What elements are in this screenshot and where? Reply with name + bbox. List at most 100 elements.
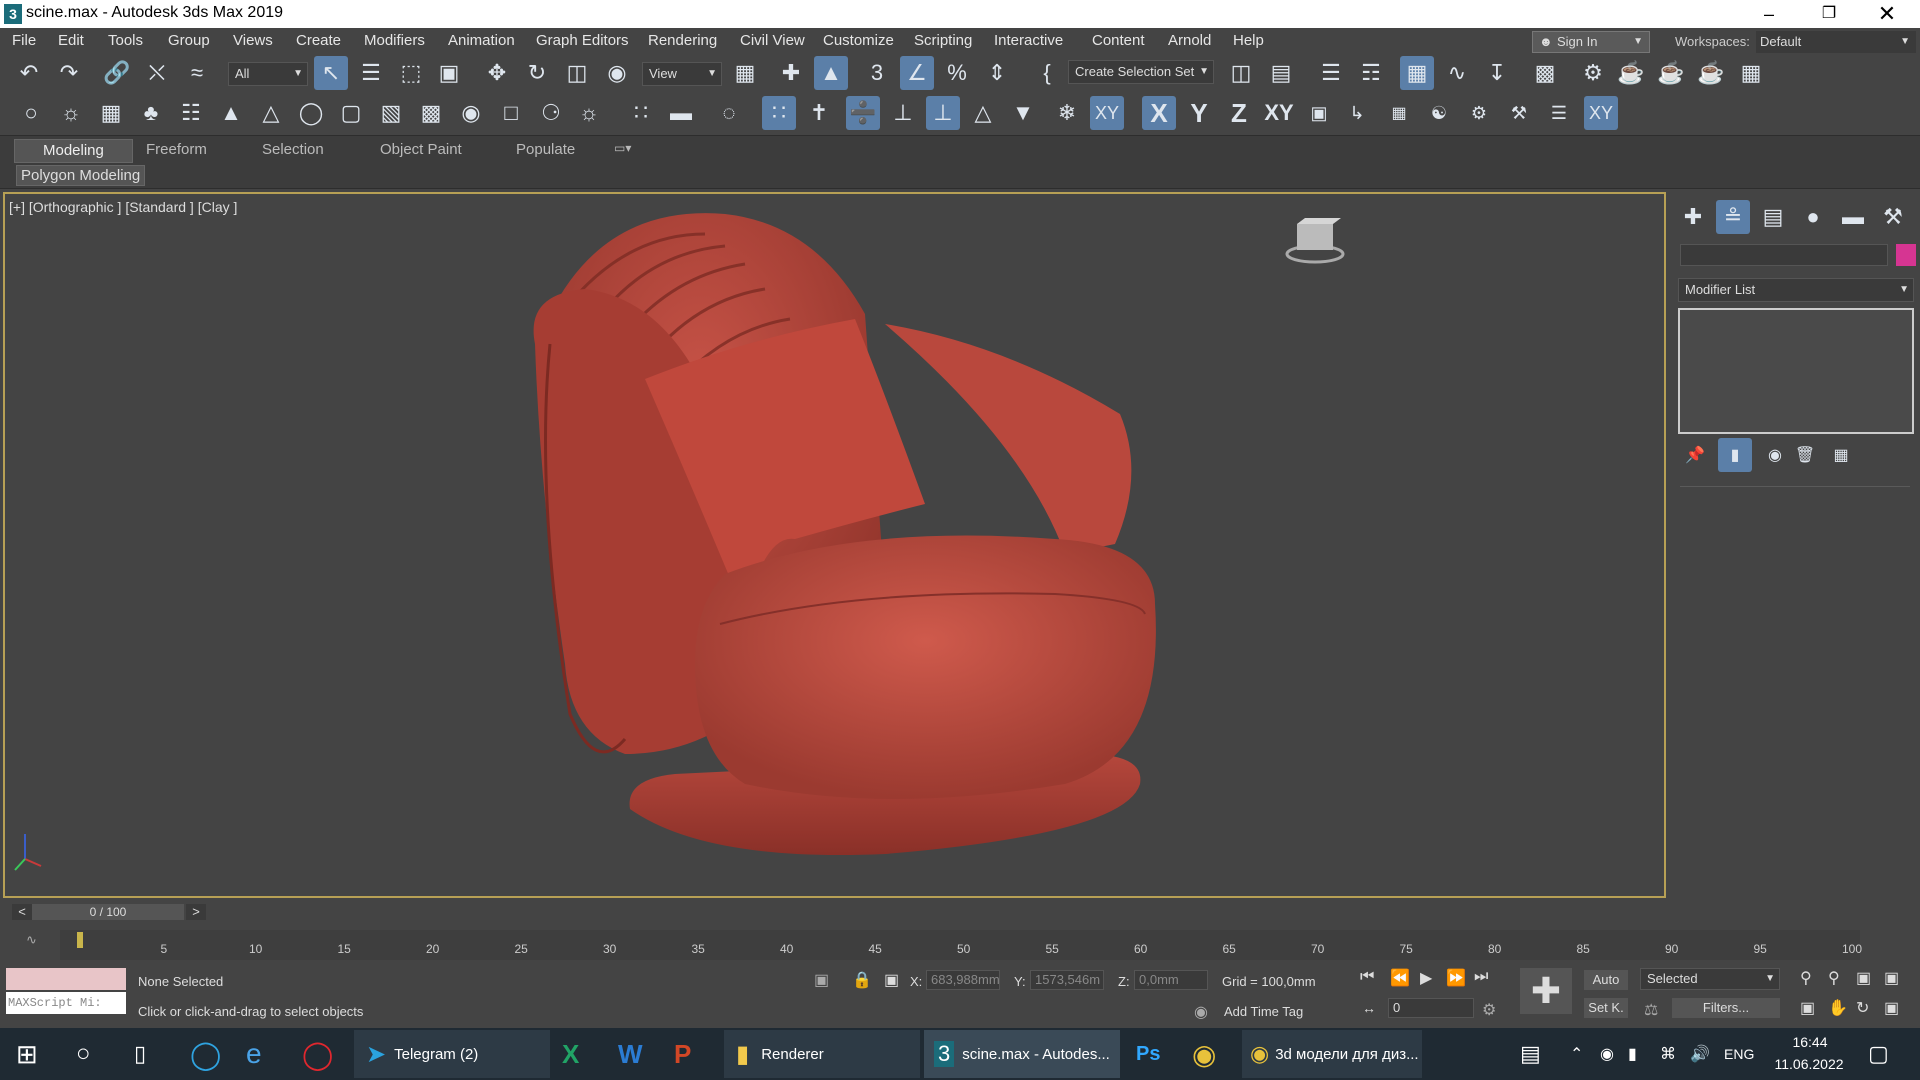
clock-time[interactable]: 16:44 <box>1770 1034 1850 1050</box>
opera-icon[interactable]: ◯ <box>302 1030 333 1078</box>
taskbar-telegram[interactable]: ➤ Telegram (2) <box>354 1030 550 1078</box>
set-keys-button[interactable]: ✚ <box>1520 968 1572 1014</box>
maxscript-listener-pink[interactable] <box>6 968 126 990</box>
window-crossing-icon[interactable]: ▣ <box>432 56 466 90</box>
menu-customize[interactable]: Customize <box>823 32 894 49</box>
pivot-center-icon[interactable]: ▦ <box>728 56 762 90</box>
face-snap-icon[interactable]: ⊥ <box>886 96 920 130</box>
unlink-icon[interactable]: ⛌ <box>140 56 174 90</box>
zoom-icon[interactable]: ⚲ <box>1800 968 1812 988</box>
maxscript-input[interactable]: MAXScript Mi: <box>6 992 126 1014</box>
y-coordinate-field[interactable]: 1573,546m <box>1030 970 1104 990</box>
x-coordinate-field[interactable]: 683,988mm <box>926 970 1000 990</box>
dotted-circle-icon[interactable]: ◌ <box>712 96 746 130</box>
orbit-view-icon[interactable]: ↻ <box>1856 998 1869 1018</box>
safe-frame-icon[interactable]: ▩ <box>414 96 448 130</box>
viewcube-icon[interactable] <box>1285 218 1345 264</box>
track-bar[interactable]: 5 10 15 20 25 30 35 40 45 50 55 60 65 70 75 80 85 90 95 100 <box>60 930 1862 960</box>
redo-icon[interactable]: ↷ <box>52 56 86 90</box>
chrome-icon[interactable]: ◉ <box>1192 1030 1216 1078</box>
pan-icon[interactable]: ✋ <box>1828 998 1848 1018</box>
curve-editor-icon[interactable]: ∿ <box>1440 56 1474 90</box>
menu-animation[interactable]: Animation <box>448 32 515 49</box>
set-key-button[interactable]: Set K. <box>1584 998 1628 1018</box>
axis-z-button[interactable]: Z <box>1222 96 1256 130</box>
motion-tab-icon[interactable]: ● <box>1796 200 1830 234</box>
move-icon[interactable]: ✥ <box>480 56 514 90</box>
minimize-icon[interactable]: – <box>1746 0 1792 28</box>
render-in-cloud-icon[interactable]: ▦ <box>1734 56 1768 90</box>
select-object-icon[interactable]: ↖ <box>314 56 348 90</box>
edit-named-selection-icon[interactable]: { <box>1030 56 1064 90</box>
menu-file[interactable]: File <box>12 32 36 49</box>
camera-icon[interactable]: ▦ <box>94 96 128 130</box>
tab-modeling[interactable]: Modeling <box>14 139 133 163</box>
next-key-icon[interactable]: ⏩ <box>1446 968 1466 988</box>
figure-icon[interactable]: △ <box>254 96 288 130</box>
tab-selection[interactable]: Selection <box>262 141 324 158</box>
language-indicator[interactable]: ENG <box>1724 1030 1754 1078</box>
menu-tools[interactable]: Tools <box>108 32 143 49</box>
zoom-extents-icon[interactable]: ▣ <box>1856 968 1871 988</box>
modifier-list-dropdown[interactable]: Modifier List ▼ <box>1678 278 1914 302</box>
toggle-ribbon-icon[interactable]: ▦ <box>1400 56 1434 90</box>
bulb-icon[interactable]: ☼ <box>572 96 606 130</box>
tab-populate[interactable]: Populate <box>516 141 575 158</box>
snaps-toggle-icon[interactable]: 3 <box>860 56 894 90</box>
zoom-all-icon[interactable]: ⚲ <box>1828 968 1840 988</box>
add-time-tag-button[interactable]: Add Time Tag <box>1224 1004 1303 1019</box>
search-icon[interactable]: ○ <box>76 1030 91 1078</box>
configure-modifier-sets-icon[interactable]: ▦ <box>1824 438 1858 472</box>
viewport-layout-icon[interactable]: ▧ <box>374 96 408 130</box>
selection-filter-dropdown[interactable]: All ▼ <box>228 62 308 86</box>
armchair-model[interactable] <box>533 213 1156 856</box>
menu-rendering[interactable]: Rendering <box>648 32 717 49</box>
axis-x-button[interactable]: X <box>1142 96 1176 130</box>
schematic-view-icon[interactable]: ↧ <box>1480 56 1514 90</box>
link-icon[interactable]: 🔗 <box>100 56 134 90</box>
ie-icon[interactable]: e <box>246 1030 262 1078</box>
rotate-icon[interactable]: ↻ <box>520 56 554 90</box>
absolute-mode-icon[interactable]: ▣ <box>884 970 899 990</box>
zoom-extents-all-icon[interactable]: ▣ <box>1884 968 1899 988</box>
bind-space-warp-icon[interactable]: ≈ <box>180 56 214 90</box>
object-name-field[interactable] <box>1680 244 1888 266</box>
ribbon-options-icon[interactable]: ▭▾ <box>614 141 631 155</box>
auto-key-button[interactable]: Auto <box>1584 970 1628 990</box>
angle-snap-icon[interactable]: ∠ <box>900 56 934 90</box>
taskbar-chrome-window[interactable]: ◉ 3d модели для диз... <box>1242 1030 1422 1078</box>
undo-icon[interactable]: ↶ <box>12 56 46 90</box>
viewport[interactable]: [+] [Orthographic ] [Standard ] [Clay ] <box>3 192 1666 898</box>
modifier-stack[interactable] <box>1678 308 1914 434</box>
object-color-swatch[interactable] <box>1896 244 1916 266</box>
current-frame-field[interactable]: 0 <box>1388 998 1474 1018</box>
play-icon[interactable]: ▶ <box>1420 968 1432 988</box>
word-icon[interactable]: W <box>618 1030 643 1078</box>
time-tag-icon[interactable]: ◉ <box>1194 1002 1208 1022</box>
restore-icon[interactable]: ❐ <box>1806 0 1852 28</box>
polygon-modeling-label[interactable]: Polygon Modeling <box>16 165 146 186</box>
lock-icon[interactable]: 🔒 <box>852 970 872 990</box>
spacing-icon[interactable]: ▦ <box>1382 96 1416 130</box>
axis-y-button[interactable]: Y <box>1182 96 1216 130</box>
remove-modifier-icon[interactable]: 🗑 <box>1788 438 1822 472</box>
select-manipulate-icon[interactable]: ✚ <box>774 56 808 90</box>
named-selection-dropdown[interactable]: Create Selection Set ▼ <box>1068 60 1214 84</box>
menu-help[interactable]: Help <box>1233 32 1264 49</box>
key-mode-toggle-icon[interactable]: ⚖ <box>1644 1000 1658 1020</box>
display-tab-icon[interactable]: ▬ <box>1836 200 1870 234</box>
workspace-select[interactable]: Default ▼ <box>1756 31 1916 53</box>
tool-icon[interactable]: ⚒ <box>1502 96 1536 130</box>
photoshop-icon[interactable]: Ps <box>1136 1030 1160 1078</box>
menu-content[interactable]: Content <box>1092 32 1145 49</box>
notifications-icon[interactable]: ▢ <box>1868 1030 1889 1078</box>
tab-freeform[interactable]: Freeform <box>146 141 207 158</box>
time-config-icon[interactable]: ⚙ <box>1482 1000 1496 1020</box>
render-production-icon[interactable]: ☕ <box>1654 56 1688 90</box>
close-icon[interactable]: ✕ <box>1864 0 1910 28</box>
show-end-result-icon[interactable]: ▮ <box>1718 438 1752 472</box>
menu-modifiers[interactable]: Modifiers <box>364 32 425 49</box>
grid-snap-icon[interactable]: ∷ <box>762 96 796 130</box>
orbit-icon[interactable]: ⚆ <box>534 96 568 130</box>
clone-icon[interactable]: ☯ <box>1422 96 1456 130</box>
